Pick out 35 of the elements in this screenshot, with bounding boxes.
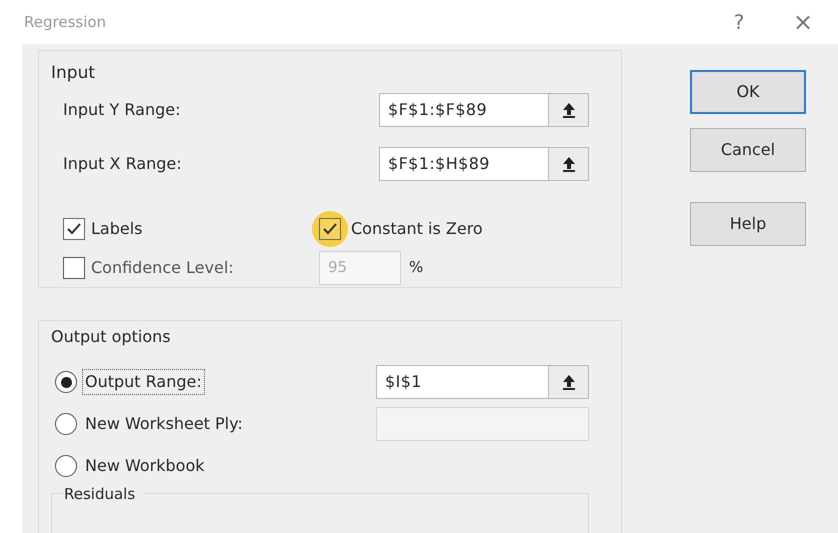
radio-label: New Worksheet Ply: (84, 413, 244, 435)
radio-button[interactable] (55, 371, 77, 393)
radio-label: Output Range: (83, 370, 204, 394)
range-field[interactable]: $I$1 (376, 365, 549, 399)
range-field[interactable]: $F$1:$F$89 (379, 92, 549, 126)
close-button[interactable]: × (788, 4, 818, 40)
collapse-button[interactable] (549, 92, 589, 126)
group-title: Output options (51, 326, 172, 348)
radio-label: New Workbook (84, 455, 206, 477)
range-field[interactable]: $F$1:$H$89 (379, 146, 549, 180)
collapse-button[interactable] (549, 146, 589, 180)
window-title: Regression (24, 12, 106, 33)
field-label: Input Y Range: (63, 98, 180, 120)
check-icon (66, 222, 82, 236)
field-label: Input X Range: (63, 152, 182, 174)
checkbox[interactable] (63, 256, 85, 278)
dialog-button[interactable]: Cancel (690, 128, 806, 172)
range-field[interactable] (376, 407, 589, 441)
upload-arrow-icon (562, 102, 576, 118)
radio-button[interactable] (55, 455, 77, 477)
unit-label: % (409, 257, 424, 278)
radio-button[interactable] (55, 413, 77, 435)
help-button[interactable]: ? (724, 7, 754, 37)
checkbox[interactable] (63, 218, 85, 240)
collapse-button[interactable] (549, 365, 589, 399)
checkbox-label: Constant is Zero (351, 218, 483, 240)
group-title: Input (51, 62, 96, 85)
checkbox[interactable] (319, 218, 341, 240)
upload-arrow-icon (562, 374, 576, 390)
checkbox-label: Labels (91, 218, 142, 240)
dialog-button[interactable]: OK (690, 70, 806, 114)
check-icon (322, 222, 338, 236)
upload-arrow-icon (562, 156, 576, 172)
dialog-button[interactable]: Help (690, 202, 806, 246)
checkbox-label: Confidence Level: (91, 256, 234, 278)
